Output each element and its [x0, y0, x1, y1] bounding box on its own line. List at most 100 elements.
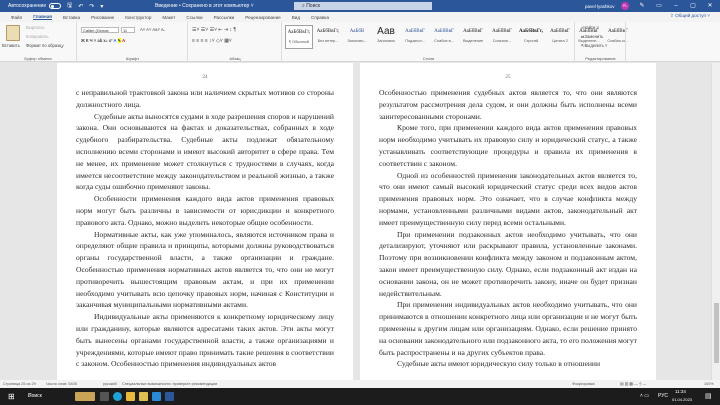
- style-name: Строгий: [523, 39, 539, 43]
- tab-help[interactable]: Справка: [311, 15, 329, 20]
- page-24[interactable]: 24 с неправильной трактовкой закона или …: [57, 63, 353, 380]
- scrollbar-thumb[interactable]: [714, 303, 719, 363]
- style-preview: АаБбВвГг,: [316, 29, 340, 34]
- redo-icon[interactable]: ↷: [89, 3, 94, 10]
- tab-file[interactable]: Файл: [11, 15, 22, 20]
- tab-view[interactable]: Вид: [292, 15, 300, 20]
- edge-icon[interactable]: [113, 392, 122, 401]
- paste-icon[interactable]: [6, 25, 20, 41]
- paragraph: Судебные акты выносятся судами в ходе ра…: [76, 111, 334, 192]
- style-name: ¶ Обычный: [289, 40, 309, 44]
- document-title[interactable]: Введение • Сохранено в этот компьютер ˅: [155, 3, 254, 9]
- close-button[interactable]: ✕: [703, 0, 717, 12]
- style-item[interactable]: АаБбВвГг, ¶ Обычный: [285, 25, 313, 49]
- style-name: Заголово...: [347, 39, 367, 43]
- tab-mailings[interactable]: Рассылки: [214, 15, 235, 20]
- accessibility-status[interactable]: Специальные возможности: проверьте реком…: [122, 380, 217, 388]
- search-input[interactable]: ⌕ Поиск: [294, 2, 432, 10]
- page-text[interactable]: с неправильной трактовкой закона или нал…: [76, 87, 334, 370]
- task-view-icon[interactable]: [100, 392, 109, 401]
- replace-button[interactable]: ⇄Заменить: [581, 34, 603, 39]
- styles-group-label: Стили: [422, 56, 435, 61]
- store-icon[interactable]: [139, 392, 148, 401]
- select-button[interactable]: ⇱Выделить ˅: [581, 43, 607, 48]
- cut-button[interactable]: Вырезать: [26, 25, 45, 30]
- style-preview: АаБбВвГ: [550, 29, 570, 34]
- paragraph: Индивидуальные акты применяются к конкре…: [76, 312, 334, 369]
- style-item[interactable]: Аав Заголовок: [372, 25, 400, 49]
- input-language[interactable]: РУС: [658, 393, 668, 399]
- maximize-button[interactable]: ▢: [686, 0, 700, 12]
- style-item[interactable]: АаБбВвГ Цитата 2: [546, 25, 574, 49]
- view-buttons[interactable]: ▤ ▥ ▦ — ┼ —: [620, 380, 646, 388]
- tab-layout[interactable]: Макет: [162, 15, 175, 20]
- mail-icon[interactable]: [152, 392, 161, 401]
- align-buttons[interactable]: ≡ ≡ ≡ ≡ ↕˅ ◇˅ ▦˅: [192, 38, 232, 44]
- file-explorer-icon[interactable]: [126, 392, 135, 401]
- user-name[interactable]: pavel lyashkov: [585, 4, 615, 9]
- page-25[interactable]: 25 Особенностью применения судебных акто…: [360, 63, 656, 380]
- style-item[interactable]: АаБбВвГ Сильное...: [488, 25, 516, 49]
- find-button[interactable]: ⌕Найти ˅: [581, 25, 599, 30]
- paste-button[interactable]: Вставить: [2, 43, 20, 48]
- tray-icons[interactable]: ˄ ▭: [640, 393, 649, 399]
- style-item[interactable]: АаБбВвГ Подзагол...: [401, 25, 429, 49]
- paragraph: с неправильной трактовкой закона или нал…: [76, 88, 334, 109]
- page-number: 24: [202, 75, 208, 80]
- avatar[interactable]: PL: [621, 2, 629, 10]
- style-item[interactable]: АаБбВ Заголово...: [343, 25, 371, 49]
- format-painter-button[interactable]: Формат по образцу: [26, 43, 64, 48]
- font-size-select[interactable]: 11: [121, 27, 135, 33]
- focus-button[interactable]: Фокусировка: [572, 380, 595, 388]
- page-text[interactable]: Особенностью применения судебных актов я…: [379, 87, 637, 370]
- word-count[interactable]: Число слов: 5405: [46, 380, 77, 388]
- vertical-scrollbar[interactable]: [711, 63, 720, 380]
- tab-insert[interactable]: Вставка: [63, 15, 80, 20]
- font-group-label: Шрифт: [125, 56, 140, 61]
- save-icon[interactable]: 🖫: [67, 1, 72, 11]
- style-preview: Аав: [377, 26, 395, 37]
- tab-review[interactable]: Рецензирование: [245, 15, 280, 20]
- style-name: Сильное...: [492, 39, 512, 43]
- font-format-buttons[interactable]: Ж К Ч ˅ ab x₂ x² A ✎ A: [81, 38, 125, 43]
- font-name-select[interactable]: Calibri (Основ: [81, 27, 119, 33]
- windows-start-icon[interactable]: ⊞: [8, 392, 15, 401]
- display-mode-icon[interactable]: ▭: [652, 0, 666, 12]
- paragraph: Одной из особенностей применения законод…: [379, 170, 637, 227]
- document-area[interactable]: 24 с неправильной трактовкой закона или …: [0, 63, 711, 380]
- font-size-buttons[interactable]: A˄ A˅ Aa˅ A̶: [140, 27, 164, 32]
- undo-icon[interactable]: ↶: [78, 3, 83, 10]
- autosave-toggle[interactable]: [49, 3, 62, 9]
- customize-qat-icon[interactable]: ▾: [100, 3, 103, 10]
- style-preview: АаБбВвГг,: [518, 29, 544, 34]
- list-buttons[interactable]: ☰˅ ☰˅ ☰˅ ⇤ ⇥ ↕ ¶: [192, 27, 236, 33]
- style-item[interactable]: АаБбВвГг, Без интер...: [314, 25, 342, 49]
- language[interactable]: русский: [103, 380, 117, 388]
- widgets-icon[interactable]: [75, 392, 95, 401]
- page-number: 25: [505, 75, 511, 80]
- style-preview: АаБбВ: [349, 29, 365, 34]
- clipboard-group: Вставить Вырезать Копировать Формат по о…: [0, 22, 77, 62]
- clock-date[interactable]: 01.04.2023: [672, 397, 692, 402]
- title-bar: Автосохранение 🖫 ↶ ↷ ▾ Введение • Сохран…: [0, 0, 720, 12]
- tab-home[interactable]: Главная: [33, 14, 52, 20]
- clock-time[interactable]: 11:34: [675, 389, 686, 394]
- style-item[interactable]: АаБбВвГг, Строгий: [517, 25, 545, 49]
- style-item[interactable]: АаБбВвГ Слабое в...: [430, 25, 458, 49]
- paragraph: Кроме того, при применении каждого вида …: [379, 123, 637, 168]
- style-item[interactable]: АаБбВвГ Выделение: [459, 25, 487, 49]
- word-icon[interactable]: [165, 392, 174, 401]
- page-count[interactable]: Страница 25 из 29: [3, 380, 36, 388]
- paragraph: При применении подзаконных актов необход…: [379, 229, 637, 298]
- zoom-level[interactable]: 100%: [704, 380, 714, 388]
- copy-button[interactable]: Копировать: [26, 34, 49, 39]
- minimize-button[interactable]: –: [669, 0, 683, 12]
- tab-design[interactable]: Конструктор: [125, 15, 151, 20]
- tab-references[interactable]: Ссылки: [186, 15, 202, 20]
- notifications-icon[interactable]: ▤: [705, 392, 712, 400]
- share-button[interactable]: ⇪ Общий доступ ˅: [670, 13, 710, 19]
- style-preview: АаБбВвГ: [492, 29, 512, 34]
- pen-icon[interactable]: ✎: [635, 0, 649, 12]
- paragraph: Нормативные акты, как уже упоминалось, я…: [76, 229, 334, 310]
- tab-draw[interactable]: Рисование: [91, 15, 114, 20]
